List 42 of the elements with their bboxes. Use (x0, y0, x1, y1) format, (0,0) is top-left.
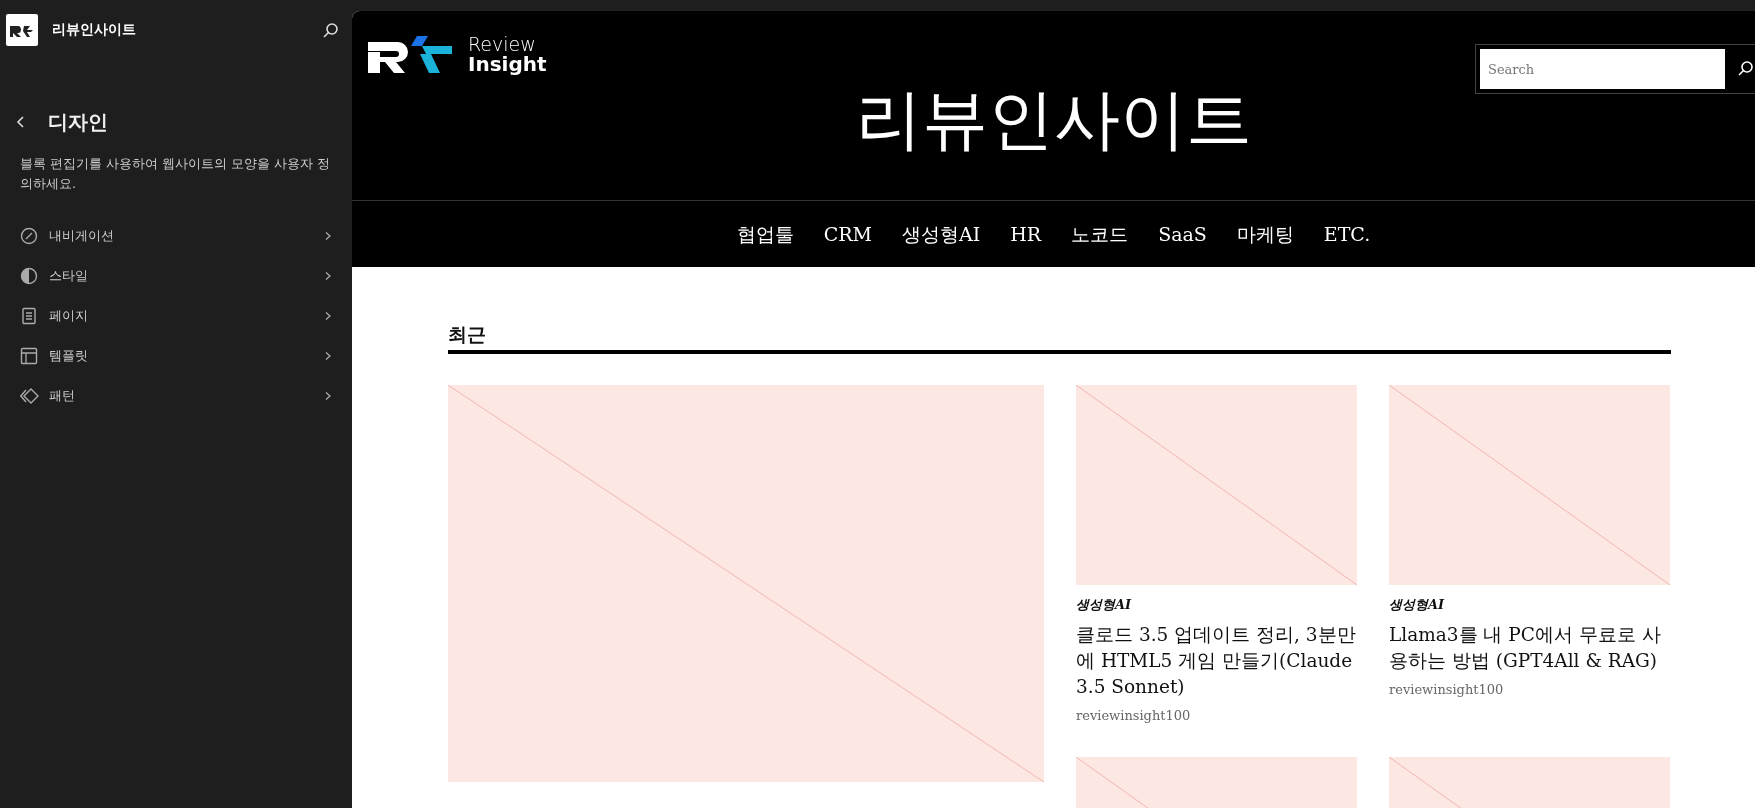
nav-item[interactable]: 패턴 (20, 376, 332, 416)
logo-mark-icon[interactable] (368, 35, 454, 74)
chevron-icon (324, 351, 332, 361)
search-icon[interactable] (1737, 60, 1755, 78)
search-icon[interactable] (322, 21, 338, 38)
page-icon (20, 307, 39, 325)
layout-icon (20, 347, 39, 365)
post-title[interactable]: Llama3를 내 PC에서 무료로 사용하는 방법 (GPT4All & RAG) (1389, 622, 1670, 675)
nav-link[interactable]: SaaS (1158, 219, 1207, 249)
section-heading: 최근 (448, 323, 487, 346)
diamond-icon (20, 387, 39, 405)
post-title[interactable]: 클로드 3.5 업데이트 정리, 3분만에 HTML5 게임 만들기(Claude 3.5 Sonnet) (1076, 622, 1357, 700)
chevron-icon (324, 271, 332, 281)
nav-item[interactable]: 스타일 (20, 256, 332, 296)
nav-item[interactable]: 템플릿 (20, 336, 332, 376)
nav-link[interactable]: ETC. (1323, 219, 1371, 249)
chevron-icon (324, 231, 332, 241)
logo-text: Review (468, 35, 537, 54)
chevron-icon (324, 311, 332, 321)
author-name[interactable]: reviewinsight100 (1076, 705, 1357, 726)
nav-link[interactable]: 생성형AI (902, 219, 981, 249)
nav-item[interactable]: 내비게이션 (20, 216, 332, 256)
nav-link[interactable]: HR (1010, 219, 1042, 249)
site-title: 리뷰인사이트 (52, 20, 137, 39)
chevron-icon (324, 391, 332, 401)
back-icon[interactable] (16, 115, 26, 129)
nav-link[interactable]: 마케팅 (1236, 219, 1294, 249)
compass-icon (20, 227, 39, 245)
nav-item[interactable]: 페이지 (20, 296, 332, 336)
half-circle-icon (20, 267, 39, 285)
nav-link[interactable]: CRM (823, 219, 873, 249)
site-logo[interactable] (6, 13, 38, 46)
panel-description: 블록 편집기를 사용하여 웹사이트의 모양을 사용자 정의하세요. (19, 155, 331, 193)
panel-heading: 디자인 (48, 110, 108, 134)
author-name[interactable]: reviewinsight100 (1389, 680, 1670, 700)
search-field[interactable]: Search (1480, 49, 1725, 89)
nav-link[interactable]: 노코드 (1071, 219, 1129, 249)
nav-link[interactable]: 협업툴 (736, 219, 794, 249)
category-label[interactable]: 생성형AI (1389, 594, 1670, 615)
site-title: 리뷰인사이트 (854, 87, 1253, 153)
logo-text: Insight (468, 54, 547, 74)
category-label[interactable]: 생성형AI (1076, 594, 1357, 615)
